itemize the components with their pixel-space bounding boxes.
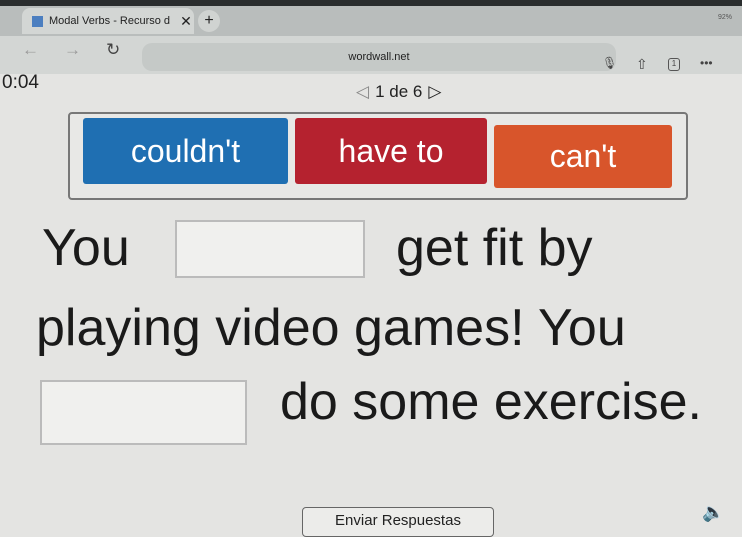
favicon-icon (32, 15, 43, 27)
browser-tab[interactable]: Modal Verbs - Recurso d ✕ (22, 8, 194, 34)
forward-icon[interactable]: → (64, 40, 81, 60)
previous-icon[interactable]: ◁ (356, 82, 369, 102)
answer-blank-2[interactable] (40, 380, 247, 445)
next-icon[interactable]: ▷ (428, 82, 441, 102)
close-tab-icon[interactable]: ✕ (180, 13, 192, 30)
option-cant[interactable]: can't (494, 125, 672, 188)
reload-icon[interactable]: ↻ (106, 40, 120, 60)
share-icon[interactable]: ⇧ (636, 56, 648, 73)
tabs-icon[interactable]: 1 (668, 58, 680, 71)
sentence-part-2: get fit by (396, 219, 593, 277)
tab-title: Modal Verbs - Recurso d (49, 15, 171, 27)
sentence-part-3: playing video games! You (36, 299, 626, 357)
microphone-icon[interactable]: 🎙 (602, 56, 617, 70)
speaker-icon[interactable]: 🔈 (702, 502, 724, 523)
submit-answers-button[interactable]: Enviar Respuestas (302, 507, 494, 537)
pager: ◁ 1 de 6 ▷ (356, 82, 441, 102)
address-bar[interactable]: wordwall.net (142, 43, 616, 71)
sentence-part-1: You (42, 219, 130, 277)
more-icon[interactable]: ••• (700, 56, 713, 70)
option-couldnt[interactable]: couldn't (83, 118, 288, 184)
page-indicator: 1 de 6 (375, 82, 423, 101)
timer: 0:04 (2, 72, 39, 93)
answer-blank-1[interactable] (175, 220, 365, 278)
battery-status: 92% (717, 14, 732, 21)
new-tab-button[interactable]: + (198, 10, 220, 32)
back-icon[interactable]: ← (22, 40, 39, 60)
option-have-to[interactable]: have to (295, 118, 487, 184)
sentence-part-4: do some exercise. (280, 373, 702, 431)
